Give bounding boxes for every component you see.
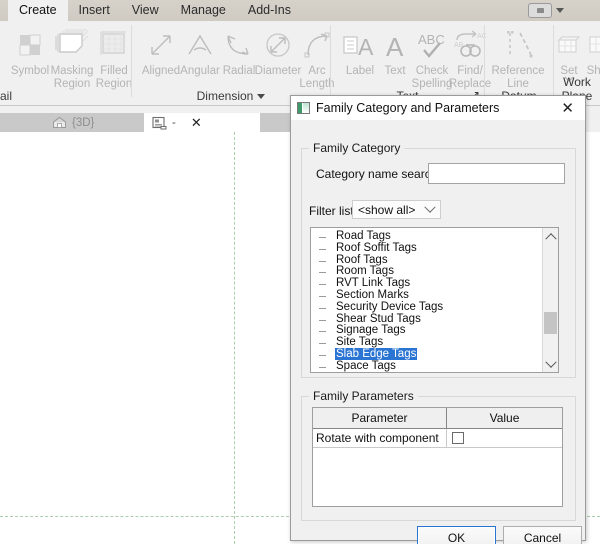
category-list-items: Road Tags Roof Soffit Tags Roof Tags Roo…: [311, 230, 542, 372]
list-item-label: Security Device Tags: [336, 300, 444, 313]
reference-line-icon: [491, 25, 545, 65]
table-header-row: Parameter Value: [313, 408, 562, 429]
category-name-search-input[interactable]: [428, 163, 565, 184]
list-item-label: Roof Tags: [336, 253, 388, 266]
set-workplane-icon: [552, 25, 586, 65]
list-item-label: Slab Edge Tags: [335, 347, 418, 360]
column-header-value: Value: [447, 408, 562, 428]
ribbon-tab-strip: Create Insert View Manage Add-Ins: [0, 0, 600, 21]
dialog-close-icon[interactable]: ✕: [556, 101, 579, 116]
filter-list-value: <show all>: [358, 202, 416, 217]
ribbon-tab-insert[interactable]: Insert: [68, 0, 121, 21]
list-item[interactable]: Roof Soffit Tags: [311, 241, 542, 255]
list-item-label: Section Marks: [336, 288, 409, 301]
list-item-label: Room Tags: [336, 265, 394, 278]
view-tab-3d[interactable]: {3D}: [44, 113, 102, 132]
list-item-label: Shear Stud Tags: [336, 312, 421, 325]
panel-title-detail: ail: [0, 89, 13, 103]
chevron-down-icon[interactable]: [257, 93, 266, 99]
list-item-selected[interactable]: Slab Edge Tags: [311, 347, 542, 361]
list-item-label: Road Tags: [336, 230, 391, 242]
view-tab-elevation[interactable]: - ✕: [144, 113, 260, 132]
ribbon-panel-detail: Symbol Masking Region Filled Region ail: [0, 21, 132, 105]
svg-text:A: A: [386, 32, 404, 62]
ribbon-tab-add-ins[interactable]: Add-Ins: [237, 0, 302, 21]
elevation-view-icon: [152, 116, 167, 130]
scroll-down-icon[interactable]: [543, 356, 558, 372]
reference-plane-vertical[interactable]: [234, 132, 235, 544]
cell-parameter-name: Rotate with component: [313, 429, 447, 447]
category-list[interactable]: Road Tags Roof Soffit Tags Roof Tags Roo…: [310, 227, 559, 373]
set-workplane-button[interactable]: Set: [552, 25, 586, 82]
family-parameters-legend: Family Parameters: [309, 389, 418, 403]
family-category-and-parameters-dialog: Family Category and Parameters ✕ Family …: [290, 95, 586, 544]
house-icon: [52, 116, 67, 129]
reference-line-label: Reference Line: [491, 65, 545, 90]
view-tab-elevation-label: -: [172, 116, 176, 129]
revit-application-window: Create Insert View Manage Add-Ins Symbol…: [0, 0, 600, 544]
show-workplane-button[interactable]: Show: [584, 25, 600, 78]
column-header-parameter: Parameter: [313, 408, 447, 428]
filter-list-label: Filter list:: [309, 204, 357, 218]
ribbon-tab-view[interactable]: View: [121, 0, 170, 21]
family-category-icon: [297, 102, 310, 114]
list-item-label: Signage Tags: [336, 324, 406, 337]
show-workplane-icon: [584, 25, 600, 65]
family-category-legend: Family Category: [309, 141, 405, 155]
list-item-label: RVT Link Tags: [336, 277, 411, 290]
ribbon-panel-datum: Reference Line Datum: [485, 21, 553, 105]
rotate-with-component-checkbox[interactable]: [452, 432, 464, 444]
category-list-scrollbar[interactable]: [542, 228, 558, 372]
ribbon-panel-work-plane: Set Show Work Plane: [554, 21, 600, 105]
list-item[interactable]: Security Device Tags: [311, 300, 542, 314]
view-tab-3d-label: {3D}: [72, 116, 95, 129]
ribbon-tab-manage[interactable]: Manage: [170, 0, 237, 21]
list-item[interactable]: Space Tags: [311, 359, 542, 372]
cell-parameter-value[interactable]: [447, 429, 562, 447]
family-parameters-table[interactable]: Parameter Value Rotate with component: [312, 407, 563, 507]
list-item-label: Space Tags: [336, 359, 396, 372]
scrollbar-thumb[interactable]: [544, 312, 557, 334]
chevron-down-icon[interactable]: [420, 201, 440, 214]
reference-line-button[interactable]: Reference Line: [491, 25, 545, 91]
list-item-label: Roof Soffit Tags: [336, 241, 417, 254]
category-name-search-label: Category name search:: [316, 167, 441, 181]
dialog-title: Family Category and Parameters: [316, 101, 500, 115]
dialog-title-bar[interactable]: Family Category and Parameters ✕: [291, 96, 585, 120]
filter-list-dropdown[interactable]: <show all>: [352, 200, 441, 219]
table-row[interactable]: Rotate with component: [313, 429, 562, 448]
quick-access-toolbar: [528, 3, 564, 18]
close-icon[interactable]: ✕: [191, 115, 202, 131]
monitor-icon[interactable]: [528, 3, 552, 18]
ok-button[interactable]: OK: [417, 526, 496, 544]
ribbon-panel-dimension: Aligned Angular Radial Diameter Arc Leng…: [132, 21, 335, 105]
ribbon-tab-create[interactable]: Create: [8, 0, 68, 21]
list-item-label: Site Tags: [336, 336, 384, 349]
list-item[interactable]: Section Marks: [311, 288, 542, 302]
scroll-up-icon[interactable]: [543, 228, 558, 244]
ribbon-panel-text: A Label A Text ABC Check Spelling AB AC …: [331, 21, 491, 105]
panel-title-dimension-text: Dimension: [196, 89, 254, 103]
svg-text:ABC: ABC: [418, 32, 445, 47]
ribbon-panels: Symbol Masking Region Filled Region ail …: [0, 21, 600, 106]
cancel-button[interactable]: Cancel: [503, 526, 582, 544]
dropdown-caret-icon[interactable]: [556, 8, 564, 13]
